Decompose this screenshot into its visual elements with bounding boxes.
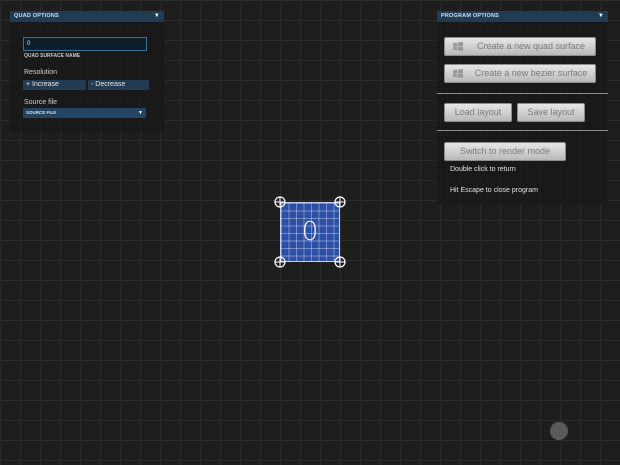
quad-options-header[interactable]: QUAD OPTIONS ▼ [10, 11, 164, 22]
corner-handle-icon[interactable] [274, 256, 286, 268]
create-bezier-surface-button[interactable]: Create a new bezier surface [444, 64, 596, 83]
corner-handle-icon[interactable] [334, 196, 346, 208]
quad-name-input[interactable]: 0 [23, 37, 147, 51]
resolution-label: Resolution [24, 69, 58, 76]
program-options-title: PROGRAM OPTIONS [441, 13, 500, 19]
render-mode-button[interactable]: Switch to render mode [444, 142, 566, 161]
source-file-select-value: SOURCE FILE [26, 110, 57, 115]
create-bezier-surface-label: Create a new bezier surface [474, 68, 588, 78]
corner-handle-icon[interactable] [274, 196, 286, 208]
quad-options-panel: QUAD OPTIONS ▼ 0 QUAD SURFACE NAME Resol… [10, 11, 164, 132]
windows-logo-icon [453, 69, 463, 78]
program-options-header[interactable]: PROGRAM OPTIONS ▼ [437, 11, 608, 22]
mouse-cursor-indicator [550, 422, 568, 440]
windows-logo-icon [453, 42, 463, 51]
quad-surface[interactable]: 0 [280, 202, 340, 262]
divider [437, 130, 608, 131]
load-layout-button[interactable]: Load layout [444, 103, 512, 122]
corner-handle-icon[interactable] [334, 256, 346, 268]
quad-name-label: QUAD SURFACE NAME [24, 53, 81, 59]
quad-options-title: QUAD OPTIONS [14, 13, 59, 19]
decrease-button[interactable]: - Decrease [88, 80, 149, 90]
save-layout-button[interactable]: Save layout [517, 103, 585, 122]
divider [437, 93, 608, 94]
quad-surface-label: 0 [301, 217, 319, 247]
program-options-panel: PROGRAM OPTIONS ▼ Create a new quad surf… [437, 11, 608, 204]
escape-hint: Hit Escape to close program [450, 187, 538, 194]
dropdown-caret-icon: ▼ [138, 110, 143, 116]
double-click-hint: Double click to return [450, 166, 516, 173]
increase-button[interactable]: + Increase [23, 80, 86, 90]
source-file-select[interactable]: SOURCE FILE ▼ [23, 108, 146, 118]
collapse-caret-icon[interactable]: ▼ [154, 11, 160, 22]
source-file-label: Source file [24, 99, 58, 106]
create-quad-surface-button[interactable]: Create a new quad surface [444, 37, 596, 56]
collapse-caret-icon[interactable]: ▼ [598, 11, 604, 22]
create-quad-surface-label: Create a new quad surface [476, 41, 586, 51]
